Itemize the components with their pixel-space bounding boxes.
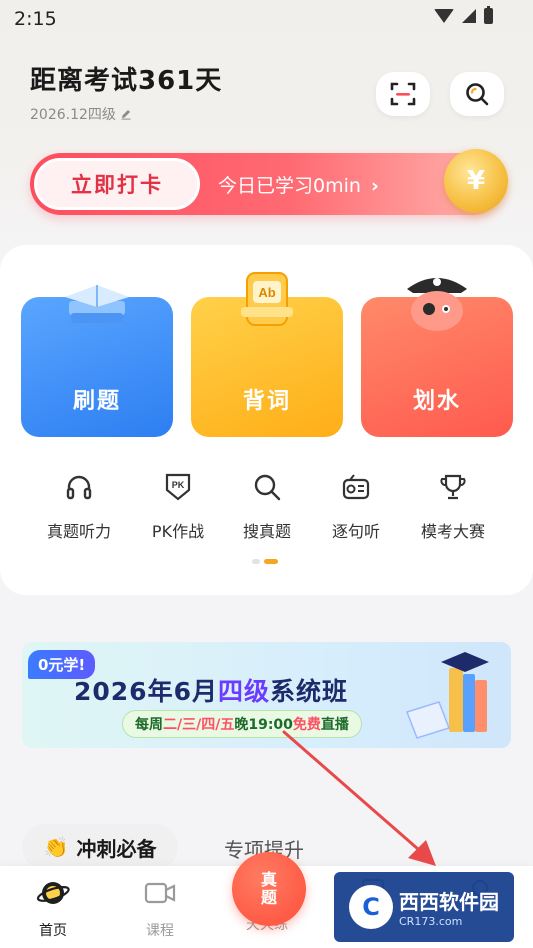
feature-vocabulary-card[interactable]: Ab 背词 (191, 272, 343, 437)
pk-badge-icon: PK (161, 470, 195, 504)
search-icon (250, 470, 284, 504)
quick-real-listening-label: 真题听力 (46, 522, 111, 541)
watermark-logo: C (349, 885, 393, 929)
study-time-link[interactable]: 今日已学习0min › (218, 171, 379, 198)
status-time: 2:15 (14, 8, 57, 30)
coin-symbol: ¥ (466, 166, 486, 196)
home-planet-icon (36, 876, 70, 910)
feature-practice-card[interactable]: 刷题 (21, 285, 173, 437)
scan-button[interactable] (376, 72, 430, 116)
feature-practice-label: 刷题 (72, 389, 121, 414)
nav-home-label: 首页 (39, 923, 67, 939)
promo-sub-days: 二/三/四/五 (163, 717, 235, 733)
clap-icon: 👏 (43, 835, 69, 859)
wifi-icon (434, 9, 454, 23)
real-exam-fab-label: 真题 (260, 870, 277, 907)
edit-pencil-icon (121, 110, 131, 120)
tab-sprint[interactable]: 👏 冲刺必备 (22, 824, 178, 870)
feature-relax-label: 划水 (412, 389, 461, 414)
search-button[interactable] (450, 72, 504, 116)
scan-icon (390, 82, 416, 106)
quick-actions: 真题听力 PK PK作战 搜真题 逐句听 模考大赛 (0, 470, 533, 542)
quick-sentence-listen-label: 逐句听 (331, 522, 380, 541)
quick-search-papers[interactable]: 搜真题 (217, 470, 317, 542)
carousel-indicator (252, 559, 278, 564)
promo-sub-prefix: 每周 (135, 717, 163, 733)
promo-sub-accent: 免费 (292, 717, 321, 733)
watermark-main: 西西软件园 (399, 890, 499, 914)
headphones-icon (62, 470, 96, 504)
exam-countdown-title[interactable]: 距离考试361天 (30, 60, 222, 97)
status-icons (434, 6, 493, 24)
checkin-banner[interactable]: 立即打卡 今日已学习0min › ¥ (30, 149, 508, 215)
radio-icon (339, 470, 373, 504)
carousel-dot (252, 559, 260, 564)
quick-pk-battle[interactable]: PK PK作战 (128, 470, 228, 542)
promo-title: 2026年6月四级系统班 (74, 672, 348, 708)
signal-icon (462, 9, 476, 23)
watermark-text: 西西软件园 CR173.com (399, 886, 499, 928)
exam-level-label: 2026.12四级 (30, 107, 116, 123)
promo-title-highlight: 四级 (217, 677, 270, 706)
promo-banner[interactable]: 0元学! 2026年6月四级系统班 每周二/三/四/五晚19:00免费直播 (22, 642, 511, 748)
watermark: C 西西软件园 CR173.com (334, 872, 514, 942)
carousel-dot-active (264, 559, 278, 564)
chevron-right-icon: › (370, 175, 379, 197)
watermark-site: CR173.com (399, 915, 463, 928)
search-icon (466, 83, 489, 106)
pk-badge-text: PK (172, 480, 185, 490)
video-icon (143, 876, 177, 910)
quick-mock-contest-label: 模考大赛 (420, 522, 485, 541)
quick-search-papers-label: 搜真题 (242, 522, 291, 541)
open-book-icon (65, 285, 129, 323)
quick-pk-battle-label: PK作战 (151, 522, 205, 541)
pirate-octopus-icon (407, 278, 467, 331)
header-background (0, 0, 533, 260)
feature-vocabulary-label: 背词 (242, 389, 291, 414)
battery-icon (484, 6, 493, 24)
nav-courses[interactable]: 课程 (120, 876, 200, 940)
nav-courses-label: 课程 (146, 923, 174, 939)
vocabulary-card-icon: Ab (241, 272, 293, 326)
study-time-label: 今日已学习0min (218, 175, 361, 197)
coin-icon: ¥ (444, 149, 508, 213)
promo-schedule: 每周二/三/四/五晚19:00免费直播 (122, 710, 362, 738)
svg-text:Ab: Ab (258, 285, 275, 300)
feature-relax-card[interactable]: 划水 (361, 278, 513, 437)
exam-level-selector[interactable]: 2026.12四级 (30, 104, 132, 124)
tab-sprint-label: 冲刺必备 (76, 836, 157, 861)
real-exam-fab[interactable]: 真题 (232, 852, 306, 926)
annotation-arrow-icon (282, 730, 436, 866)
books-illustration-icon (406, 652, 489, 739)
feature-card: 刷题 Ab 背词 划水 真题听力 PK PK作战 搜真题 逐句听 模考大赛 (0, 245, 533, 595)
promo-title-suffix: 系统班 (270, 677, 349, 706)
quick-real-listening[interactable]: 真题听力 (29, 470, 129, 542)
trophy-icon (436, 470, 470, 504)
nav-home[interactable]: 首页 (13, 876, 93, 940)
checkin-button[interactable]: 立即打卡 (34, 158, 200, 210)
promo-sub-suffix: 直播 (320, 717, 349, 733)
promo-title-prefix: 2026年6月 (74, 677, 218, 706)
status-bar: 2:15 (0, 0, 533, 36)
quick-sentence-listen[interactable]: 逐句听 (306, 470, 406, 542)
promo-sub-mid: 晚19:00 (234, 717, 293, 733)
quick-mock-contest[interactable]: 模考大赛 (403, 470, 503, 542)
